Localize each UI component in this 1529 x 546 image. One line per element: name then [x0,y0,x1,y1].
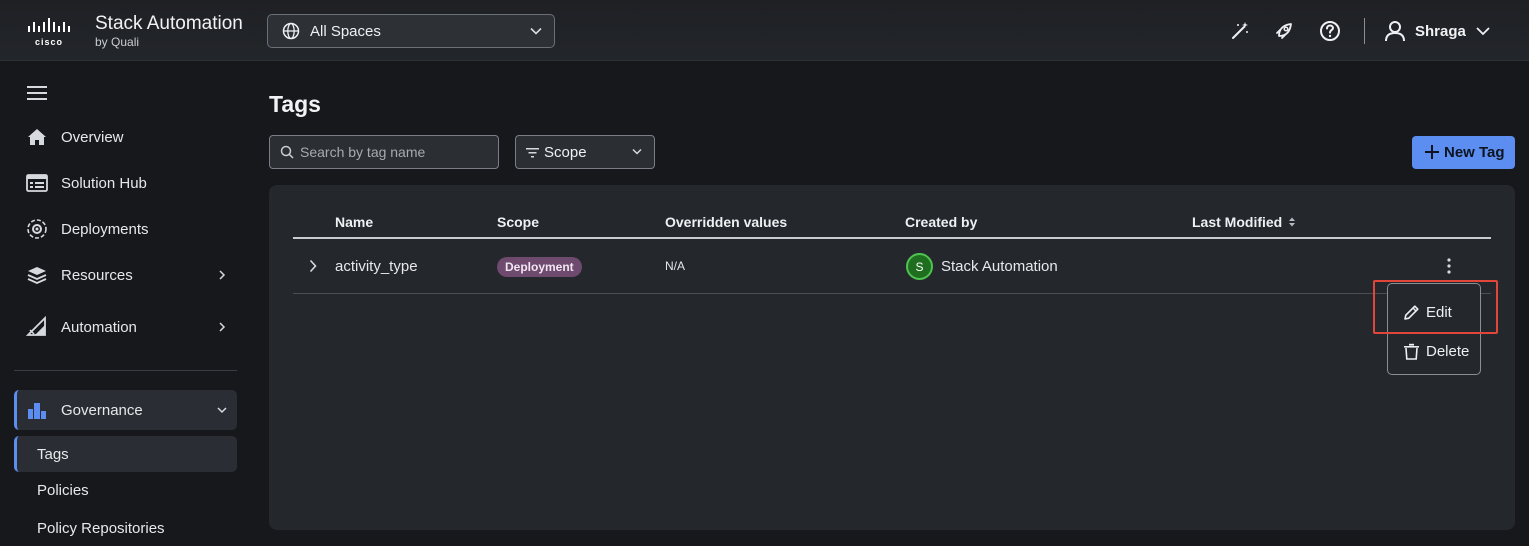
spaces-selector[interactable]: All Spaces [267,14,555,48]
sidebar-subitem-tags[interactable]: Tags [14,436,237,472]
chevron-down-icon [217,407,227,414]
avatar: S [906,253,933,280]
scope-badge: Deployment [497,257,582,277]
edit-menu-item[interactable]: Edit [1388,294,1480,330]
home-icon [28,129,46,145]
user-icon[interactable] [1383,19,1407,43]
chevron-right-icon [219,322,226,332]
header-divider [293,237,1491,239]
globe-icon [282,22,300,40]
sidebar-subitem-label: Policies [37,481,89,499]
tag-name: activity_type [335,258,418,275]
help-icon[interactable] [1319,20,1341,42]
pencil-icon [1404,304,1419,320]
governance-icon [28,403,46,419]
spaces-label: All Spaces [310,22,381,40]
edit-label: Edit [1426,303,1452,321]
created-by: Stack Automation [941,258,1058,275]
sidebar-item-overview[interactable]: Overview [14,117,237,157]
sidebar-item-label: Solution Hub [61,174,147,192]
top-bar: cisco Stack Automation by Quali All Spac… [0,0,1529,61]
automation-icon [26,316,46,336]
sidebar-separator [14,370,237,371]
sidebar-item-label: Governance [61,401,143,419]
sidebar-item-label: Deployments [61,220,149,238]
row-divider [293,293,1491,294]
column-header-scope[interactable]: Scope [497,214,539,230]
column-header-name[interactable]: Name [335,214,373,230]
row-context-menu: Edit Delete [1387,283,1481,375]
search-icon [280,145,294,159]
sidebar-item-label: Resources [61,266,133,284]
sidebar-subitem-policy-repositories[interactable]: Policy Repositories [14,510,237,546]
column-header-created-by[interactable]: Created by [905,214,977,230]
delete-menu-item[interactable]: Delete [1388,333,1480,369]
sidebar-item-resources[interactable]: Resources [14,255,237,295]
brand-title: Stack Automation [95,13,243,34]
user-name[interactable]: Shraga [1415,23,1466,40]
tags-table: Name Scope Overridden values Created by … [269,185,1515,530]
magic-wand-icon[interactable] [1229,20,1251,42]
column-header-last-modified[interactable]: Last Modified [1192,214,1282,230]
more-vertical-icon[interactable] [1445,257,1453,275]
topbar-divider [1364,18,1365,44]
sidebar-item-governance[interactable]: Governance [14,390,237,430]
svg-text:cisco: cisco [35,37,63,47]
trash-icon [1404,343,1419,360]
scope-filter[interactable]: Scope [515,135,655,169]
resources-icon [27,267,47,284]
sidebar-item-solution-hub[interactable]: Solution Hub [14,163,237,203]
rocket-icon[interactable] [1273,20,1295,42]
sort-icon[interactable] [1288,216,1296,228]
scope-filter-label: Scope [544,143,587,161]
cisco-logo: cisco [28,18,70,47]
solution-hub-icon [26,174,48,192]
page-title: Tags [269,91,321,117]
deployments-icon [27,219,47,239]
chevron-down-icon[interactable] [1475,24,1491,38]
chevron-right-icon[interactable] [308,259,318,273]
sidebar-subitem-policies[interactable]: Policies [14,472,237,508]
chevron-down-icon [530,27,542,35]
sidebar: Overview Solution Hub Deployments Resour… [0,62,250,537]
filter-icon [526,148,539,158]
sidebar-subitem-label: Tags [37,445,69,463]
sidebar-item-automation[interactable]: Automation [14,307,237,347]
column-header-overridden-values[interactable]: Overridden values [665,214,787,230]
sidebar-item-label: Automation [61,318,137,336]
overridden-values: N/A [665,259,686,273]
menu-icon[interactable] [27,85,47,101]
new-tag-label: New Tag [1444,144,1505,161]
new-tag-button[interactable]: New Tag [1412,136,1515,169]
search-input[interactable] [300,136,494,168]
sidebar-subitem-label: Policy Repositories [37,519,165,537]
chevron-down-icon [632,148,642,155]
sidebar-item-label: Overview [61,128,124,146]
search-box[interactable] [269,135,499,169]
chevron-right-icon [219,270,226,280]
delete-label: Delete [1426,342,1470,360]
plus-icon [1425,145,1439,159]
brand-subtitle: by Quali [95,35,140,49]
sidebar-item-deployments[interactable]: Deployments [14,209,237,249]
